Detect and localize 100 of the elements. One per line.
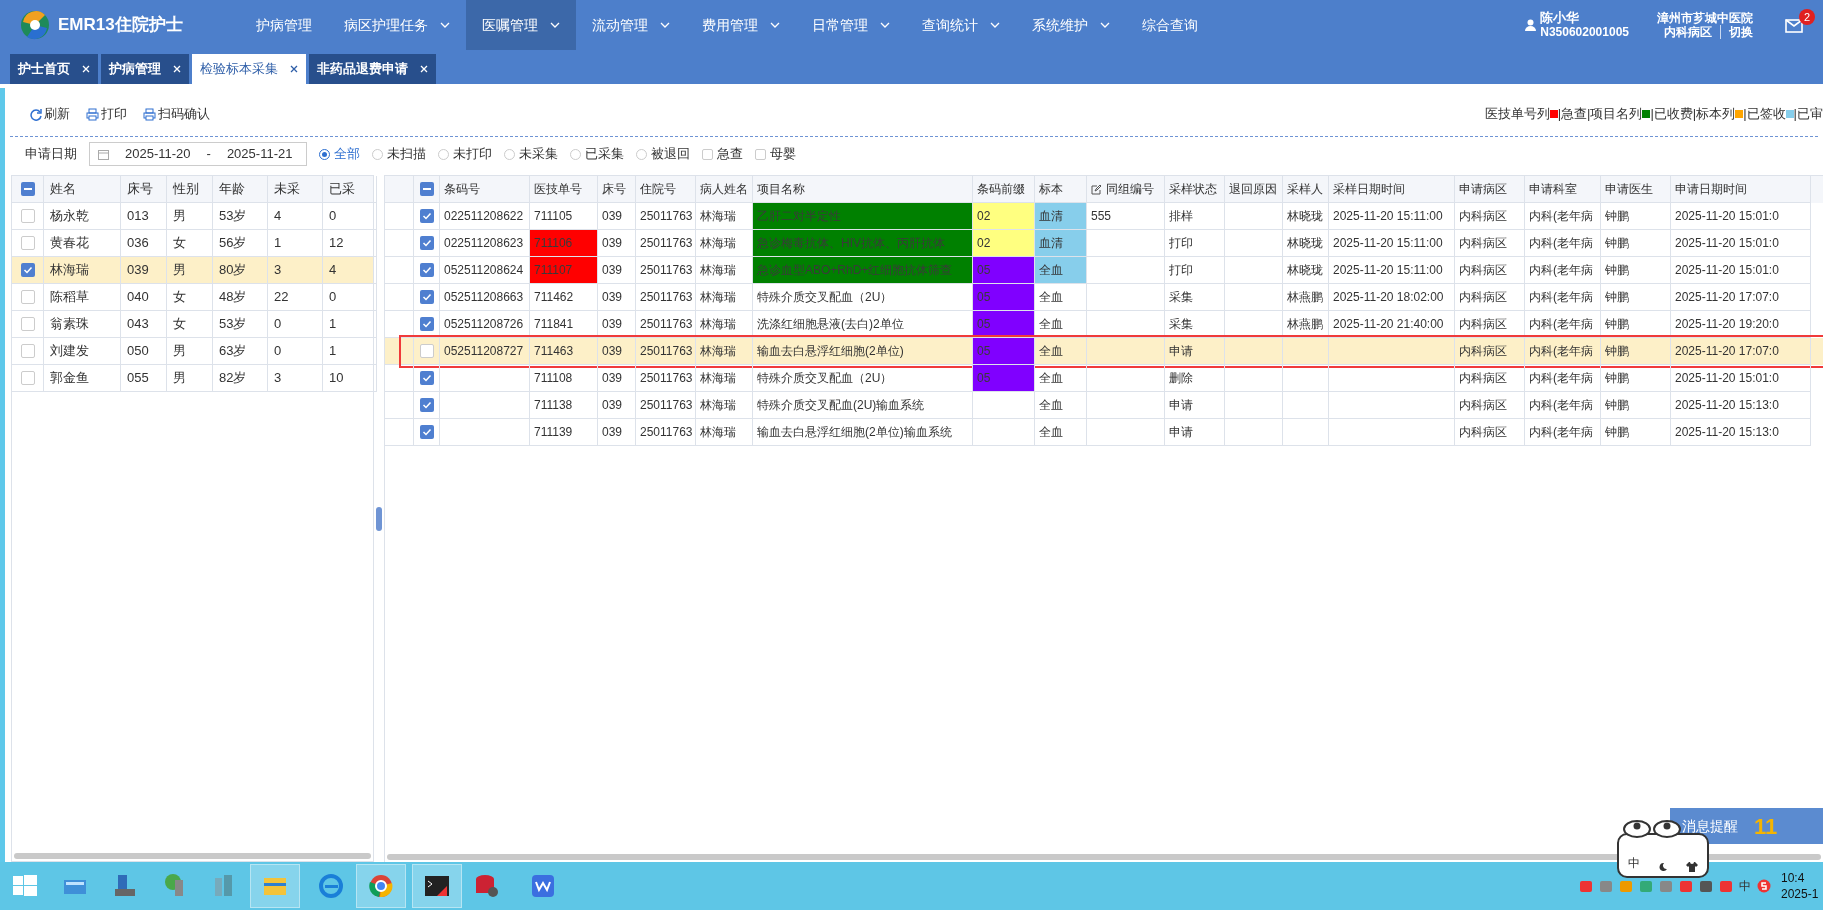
eyes-icon [1622,818,1684,838]
tray-icon[interactable] [1719,879,1733,893]
toolbar-button[interactable]: 刷新 [29,104,70,124]
checkbox[interactable] [20,209,35,223]
column-header: 申请医生 [1605,181,1653,198]
sogou-icon[interactable] [1757,879,1771,893]
menu-item[interactable]: 日常管理 [796,0,906,50]
checkbox[interactable] [20,290,35,304]
office-icon[interactable] [529,872,557,900]
checkbox[interactable] [419,209,434,223]
checkbox[interactable] [755,148,766,160]
checkbox[interactable] [419,371,434,385]
tray-icon[interactable] [1599,879,1613,893]
checkbox[interactable] [419,425,434,439]
printer-icon [143,107,156,121]
clock-date: 2025-1 [1781,886,1820,902]
table-cell: 内科病区 [1455,284,1525,311]
table-cell: 女 [167,284,213,311]
table-cell: 内科病区 [1455,230,1525,257]
menu-item[interactable]: 查询统计 [906,0,1016,50]
tray-icon[interactable] [1659,879,1673,893]
radio-option[interactable]: 已采集 [570,144,624,164]
splitter-handle[interactable] [376,506,382,531]
clock-time: 10:4 [1781,870,1806,886]
checkbox[interactable] [419,344,434,358]
table-cell: 711462 [530,284,598,311]
column-header: 项目名称 [757,181,805,198]
checkbox[interactable] [20,263,35,277]
switch-link[interactable]: 切换 [1720,25,1753,39]
menu-item[interactable]: 综合查询 [1126,0,1214,50]
tray-icon[interactable] [1679,879,1693,893]
date-range-field[interactable]: 2025-11-20 - 2025-11-21 [89,142,307,166]
checkbox[interactable] [20,371,35,385]
toolbar-button[interactable]: 扫码确认 [143,104,210,124]
tab[interactable]: 护士首页 [10,54,98,84]
table-cell: 林海瑞 [696,392,753,419]
table-cell: 林海瑞 [696,338,753,365]
checkbox[interactable] [20,344,35,358]
table-cell: 钟鹏 [1601,230,1671,257]
checkbox[interactable] [20,236,35,250]
user-icon [1525,19,1537,31]
horizontal-scrollbar[interactable] [14,853,371,859]
checkbox[interactable] [419,263,434,277]
table-cell: 钟鹏 [1601,419,1671,446]
tab[interactable]: 检验标本采集 [192,54,306,84]
table-cell: 输血去白悬浮红细胞(2单位)输血系统 [753,419,973,446]
radio-option[interactable]: 未打印 [438,144,492,164]
database-icon[interactable] [473,872,501,900]
tray-ime-label[interactable]: 中 [1739,877,1751,895]
toolbar-button[interactable]: 打印 [86,104,127,124]
checkbox[interactable] [419,182,434,196]
menu-item[interactable]: 病区护理任务 [328,0,466,50]
ime-widget[interactable]: 中 [1617,833,1709,878]
notification-count: 11 [1754,812,1778,841]
table-cell: 1 [323,311,377,338]
checkmark-icon [421,238,432,248]
table-cell: 711106 [530,230,598,257]
menu-item[interactable]: 医嘱管理 [466,0,576,50]
table-cell: 05 [973,338,1035,365]
tab[interactable]: 护病管理 [101,54,189,84]
checkbox[interactable] [419,317,434,331]
tray-icon[interactable] [1699,879,1713,893]
table-cell: 内科病区 [1455,365,1525,392]
table-cell: 内科(老年病 [1525,338,1601,365]
chrome-icon[interactable] [367,872,395,900]
radio-option[interactable]: 被退回 [636,144,690,164]
column-header: 床号 [602,181,626,198]
table-cell: 25011763 [636,365,696,392]
menu-item[interactable]: 系统维护 [1016,0,1126,50]
checkmark-icon [421,319,432,329]
moon-icon[interactable] [1658,862,1668,872]
browser-e-icon[interactable] [317,872,345,900]
checkbox[interactable] [20,317,35,331]
table-cell: 2025-11-20 15:01:0 [1671,257,1811,284]
column-header: 采样状态 [1169,181,1217,198]
menu-item[interactable]: 费用管理 [686,0,796,50]
close-icon[interactable] [290,65,298,73]
checkbox[interactable] [419,236,434,250]
checkbox[interactable] [702,148,713,160]
checkbox[interactable] [20,182,35,196]
tab[interactable]: 非药品退费申请 [309,54,436,84]
column-header: 住院号 [640,181,676,198]
checkbox[interactable] [419,398,434,412]
table-cell: 林晓珑 [1283,230,1329,257]
table-cell: 内科病区 [1455,392,1525,419]
radio-option[interactable]: 未扫描 [372,144,426,164]
radio-option[interactable]: 未采集 [504,144,558,164]
menu-item[interactable]: 流动管理 [576,0,686,50]
table-cell: 钟鹏 [1601,257,1671,284]
checkbox[interactable] [419,290,434,304]
tray-icon[interactable] [1579,879,1593,893]
table-cell: 4 [268,203,323,230]
printer-icon [86,107,99,121]
table-cell [1225,365,1283,392]
radio-option[interactable]: 全部 [319,144,360,164]
shirt-icon[interactable] [1686,862,1698,872]
table-cell: 711138 [530,392,598,419]
menu-item[interactable]: 护病管理 [240,0,328,50]
table-cell: 05 [973,311,1035,338]
mail-icon[interactable] [1785,17,1803,33]
